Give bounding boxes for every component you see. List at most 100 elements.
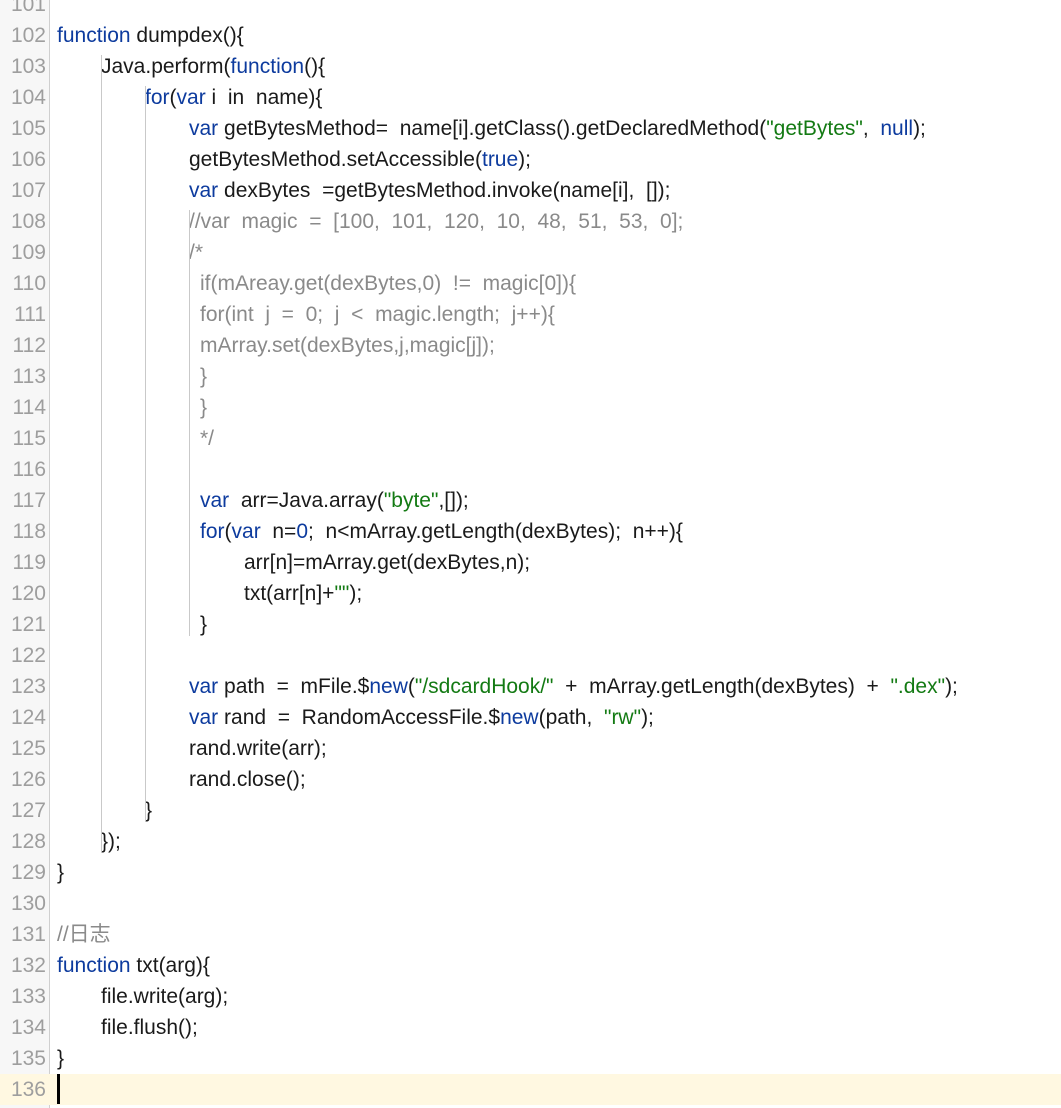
code-text[interactable]: function txt(arg){ <box>57 950 210 981</box>
code-line[interactable]: 102 function dumpdex(){ <box>0 20 1061 51</box>
code-line[interactable]: 121} <box>0 609 1061 640</box>
code-line[interactable]: 136 <box>0 1074 1061 1105</box>
code-text[interactable]: rand.write(arr); <box>189 733 327 764</box>
code-line[interactable]: 126 rand.close(); <box>0 764 1061 795</box>
code-text[interactable]: } <box>57 1043 64 1074</box>
code-text[interactable]: for(var n=0; n<mArray.getLength(dexBytes… <box>200 516 683 547</box>
comment-token: //var magic = [100, 101, 120, 10, 48, 51… <box>189 210 684 233</box>
code-line[interactable]: 113} <box>0 361 1061 392</box>
code-line[interactable]: 125 rand.write(arr); <box>0 733 1061 764</box>
code-token: n= <box>260 520 297 543</box>
code-line[interactable]: 120 txt(arr[n]+""); <box>0 578 1061 609</box>
code-text[interactable]: /* <box>189 237 203 268</box>
indent-guide <box>189 272 190 636</box>
code-line[interactable]: 135} <box>0 1043 1061 1074</box>
line-number: 134 <box>10 1016 46 1039</box>
code-text[interactable]: arr[n]=mArray.get(dexBytes,n); <box>244 547 530 578</box>
code-line[interactable]: 119 arr[n]=mArray.get(dexBytes,n); <box>0 547 1061 578</box>
comment-token: } <box>200 396 208 419</box>
code-line[interactable]: 103 Java.perform(function(){ <box>0 51 1061 82</box>
code-token: path = mFile.$ <box>218 675 370 698</box>
code-line[interactable]: 127} <box>0 795 1061 826</box>
code-text[interactable]: } <box>200 361 207 392</box>
code-text[interactable]: } <box>200 392 207 423</box>
comment-token: if(mAreay.get(dexBytes,0) != magic[0]){ <box>200 272 577 295</box>
string-token: "getBytes" <box>766 117 863 140</box>
code-line[interactable]: 131 //日志 <box>0 919 1061 950</box>
code-line[interactable]: 109 /* <box>0 237 1061 268</box>
string-token: "byte" <box>383 489 439 512</box>
code-line[interactable]: 133 file.write(arg); <box>0 981 1061 1012</box>
code-text[interactable]: for(var i in name){ <box>145 82 322 113</box>
line-number: 125 <box>10 737 46 760</box>
code-line[interactable]: 105 var getBytesMethod= name[i].getClass(… <box>0 113 1061 144</box>
code-text[interactable]: for(int j = 0; j < magic.length; j++){ <box>200 299 555 330</box>
code-line[interactable]: 117 var arr=Java.array("byte",[]); <box>0 485 1061 516</box>
code-line[interactable]: 123 var path = mFile.$new("/sdcardHook/" … <box>0 671 1061 702</box>
code-text[interactable]: } <box>57 857 64 888</box>
keyword-token: var <box>200 489 230 512</box>
keyword-token: for <box>200 520 225 543</box>
code-line[interactable]: 134 file.flush(); <box>0 1012 1061 1043</box>
code-text[interactable]: var getBytesMethod= name[i].getClass().g… <box>189 113 926 144</box>
code-text[interactable]: rand.close(); <box>189 764 306 795</box>
code-line[interactable]: 101 <box>0 0 1061 20</box>
line-number: 116 <box>12 458 46 481</box>
code-line[interactable]: 116 <box>0 454 1061 485</box>
code-line[interactable]: 122 <box>0 640 1061 671</box>
code-line[interactable]: 111 for(int j = 0; j < magic.length; j++)… <box>0 299 1061 330</box>
code-line[interactable]: 130 <box>0 888 1061 919</box>
code-text[interactable]: file.flush(); <box>101 1012 198 1043</box>
keyword-token: var <box>231 520 261 543</box>
code-token: rand.close(); <box>189 768 306 791</box>
line-number: 127 <box>10 799 46 822</box>
code-text[interactable]: file.write(arg); <box>101 981 228 1012</box>
code-token: getBytesMethod.setAccessible( <box>189 148 482 171</box>
code-line[interactable]: 107 var dexBytes =getBytesMethod.invoke(n… <box>0 175 1061 206</box>
keyword-token: true <box>481 148 519 171</box>
code-token: + mArray.getLength(dexBytes) + <box>553 675 891 698</box>
code-editor[interactable]: 101 102 function dumpdex(){ 103 Java.perform… <box>0 0 1061 1108</box>
code-line[interactable]: 104 for(var i in name){ <box>0 82 1061 113</box>
line-number: 129 <box>10 861 46 884</box>
keyword-token: new <box>369 675 408 698</box>
line-number: 103 <box>10 55 46 78</box>
keyword-token: var <box>189 675 219 698</box>
code-text[interactable]: var arr=Java.array("byte",[]); <box>200 485 469 516</box>
code-token: ( <box>169 86 177 109</box>
line-number: 132 <box>10 954 46 977</box>
code-text[interactable]: getBytesMethod.setAccessible(true); <box>189 144 531 175</box>
code-line[interactable]: 110 if(mAreay.get(dexBytes,0) != magic[0]… <box>0 268 1061 299</box>
string-token: "" <box>334 582 350 605</box>
code-line[interactable]: 124 var rand = RandomAccessFile.$new(path… <box>0 702 1061 733</box>
code-text[interactable]: mArray.set(dexBytes,j,magic[j]); <box>200 330 495 361</box>
code-line[interactable]: 129} <box>0 857 1061 888</box>
code-text[interactable]: //var magic = [100, 101, 120, 10, 48, 51… <box>189 206 683 237</box>
code-line[interactable]: 114} <box>0 392 1061 423</box>
code-text[interactable]: } <box>200 609 207 640</box>
code-text[interactable]: */ <box>200 423 214 454</box>
code-line[interactable]: 112 mArray.set(dexBytes,j,magic[j]); <box>0 330 1061 361</box>
line-number: 133 <box>10 985 46 1008</box>
code-line[interactable]: 128}); <box>0 826 1061 857</box>
comment-token: */ <box>200 427 215 450</box>
code-line[interactable]: 106 getBytesMethod.setAccessible(true); <box>0 144 1061 175</box>
code-token: } <box>145 799 153 822</box>
code-text[interactable]: Java.perform(function(){ <box>101 51 325 82</box>
code-text[interactable]: var path = mFile.$new("/sdcardHook/" + m… <box>189 671 958 702</box>
comment-token: //日志 <box>57 923 111 946</box>
code-text[interactable]: function dumpdex(){ <box>57 20 244 51</box>
code-text[interactable]: txt(arr[n]+""); <box>244 578 362 609</box>
code-text[interactable]: //日志 <box>57 919 111 950</box>
code-line[interactable]: 108 //var magic = [100, 101, 120, 10, 48,… <box>0 206 1061 237</box>
code-line[interactable]: 132 function txt(arg){ <box>0 950 1061 981</box>
code-token: getBytesMethod= name[i].getClass().getDe… <box>218 117 767 140</box>
keyword-token: var <box>176 86 206 109</box>
code-text[interactable]: }); <box>101 826 121 857</box>
code-text[interactable]: var dexBytes =getBytesMethod.invoke(name… <box>189 175 671 206</box>
code-text[interactable]: var rand = RandomAccessFile.$new(path, "… <box>189 702 654 733</box>
code-text[interactable]: if(mAreay.get(dexBytes,0) != magic[0]){ <box>200 268 576 299</box>
code-line[interactable]: 118 for(var n=0; n<mArray.getLength(dexBy… <box>0 516 1061 547</box>
code-text[interactable]: } <box>145 795 152 826</box>
code-line[interactable]: 115 */ <box>0 423 1061 454</box>
